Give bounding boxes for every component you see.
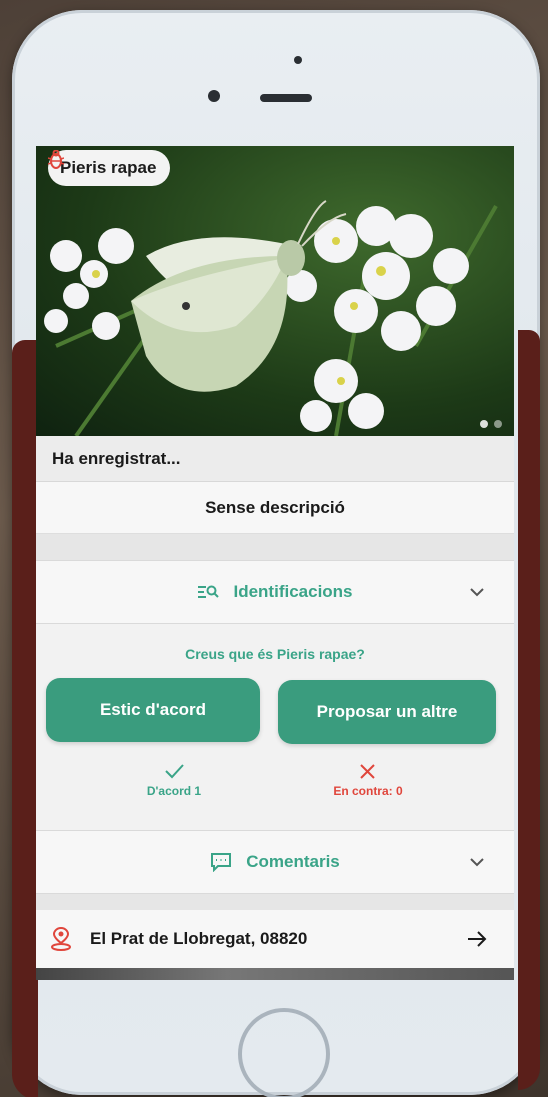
pager-dot[interactable]	[494, 420, 502, 428]
chevron-down-icon[interactable]	[468, 583, 486, 601]
propose-other-button[interactable]: Proposar un altre	[278, 680, 496, 744]
agree-button[interactable]: Estic d'acord	[46, 678, 260, 742]
pager-dot-active[interactable]	[480, 420, 488, 428]
x-icon	[360, 764, 375, 779]
species-name: Pieris rapae	[60, 158, 157, 177]
arrow-right-icon[interactable]	[466, 928, 488, 950]
agree-count: D'acord 1	[94, 760, 254, 798]
phone-case-right	[518, 330, 540, 1090]
location-row[interactable]: El Prat de Llobregat, 08820	[36, 910, 514, 968]
identify-list-icon	[198, 585, 220, 598]
identifications-label: Identificacions	[233, 582, 353, 601]
recorded-by-row: Ha enregistrat...	[36, 436, 514, 482]
location-label: El Prat de Llobregat, 08820	[90, 929, 308, 948]
butterfly-photo-illustration	[44, 200, 498, 436]
species-chip[interactable]: Pieris rapae	[48, 150, 171, 186]
map-preview[interactable]	[36, 968, 514, 980]
identification-question: Creus que és Pieris rapae?	[185, 646, 365, 662]
location-pin-icon	[51, 926, 71, 951]
check-icon	[165, 764, 184, 779]
comments-header[interactable]: Comentaris	[36, 830, 514, 894]
gallery-pager	[480, 420, 502, 428]
against-count-label: En contra: 0	[333, 784, 403, 798]
observation-photo[interactable]: Pieris rapae	[36, 146, 514, 436]
against-count: En contra: 0	[288, 760, 448, 798]
identifications-header[interactable]: Identificacions	[36, 560, 514, 624]
observation-description: Sense descripció	[36, 482, 514, 534]
section-divider	[36, 894, 514, 910]
phone-case-left	[12, 340, 38, 1097]
app-screen: Pieris rapae Ha enregistrat... Sense des…	[36, 146, 514, 980]
agree-count-label: D'acord 1	[146, 784, 202, 798]
earpiece-speaker	[260, 94, 312, 102]
bug-icon	[48, 150, 64, 169]
chat-bubble-icon	[211, 853, 232, 872]
proximity-sensor	[294, 56, 302, 64]
front-camera	[208, 90, 220, 102]
chevron-down-icon[interactable]	[468, 853, 486, 871]
home-button[interactable]	[238, 1008, 330, 1097]
comments-label: Comentaris	[246, 852, 340, 871]
section-divider	[36, 534, 514, 560]
